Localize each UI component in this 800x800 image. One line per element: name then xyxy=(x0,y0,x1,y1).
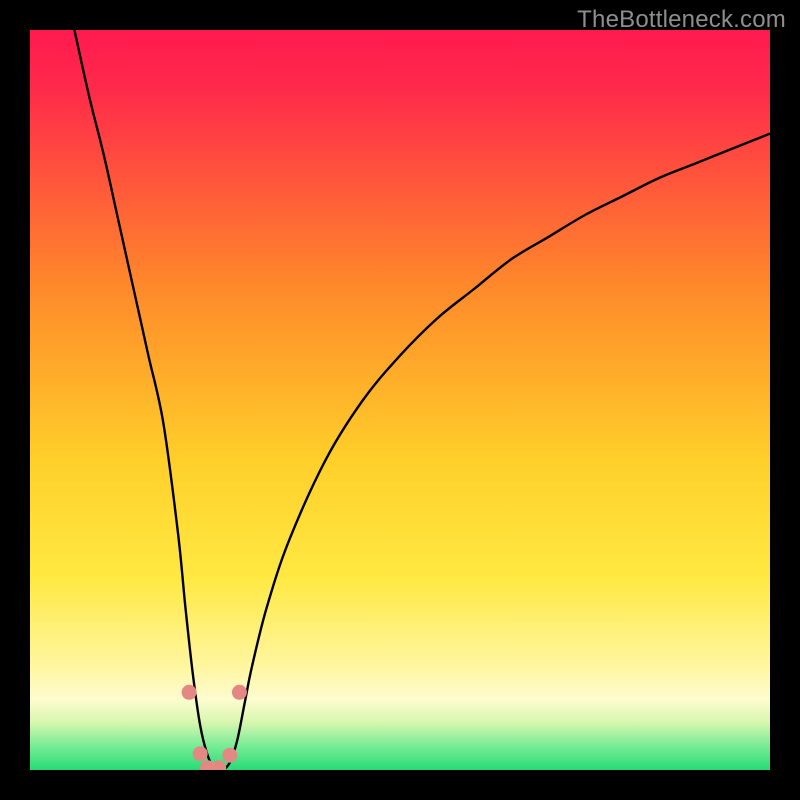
highlight-dot xyxy=(211,760,226,770)
curve-layer xyxy=(30,30,770,770)
highlight-dot xyxy=(232,685,247,700)
bottleneck-curve xyxy=(74,30,770,770)
highlight-markers xyxy=(182,685,247,770)
chart-frame: TheBottleneck.com xyxy=(0,0,800,800)
plot-area xyxy=(30,30,770,770)
highlight-dot xyxy=(182,685,197,700)
highlight-dot xyxy=(222,748,237,763)
highlight-dot xyxy=(193,746,208,761)
watermark-text: TheBottleneck.com xyxy=(577,6,786,34)
